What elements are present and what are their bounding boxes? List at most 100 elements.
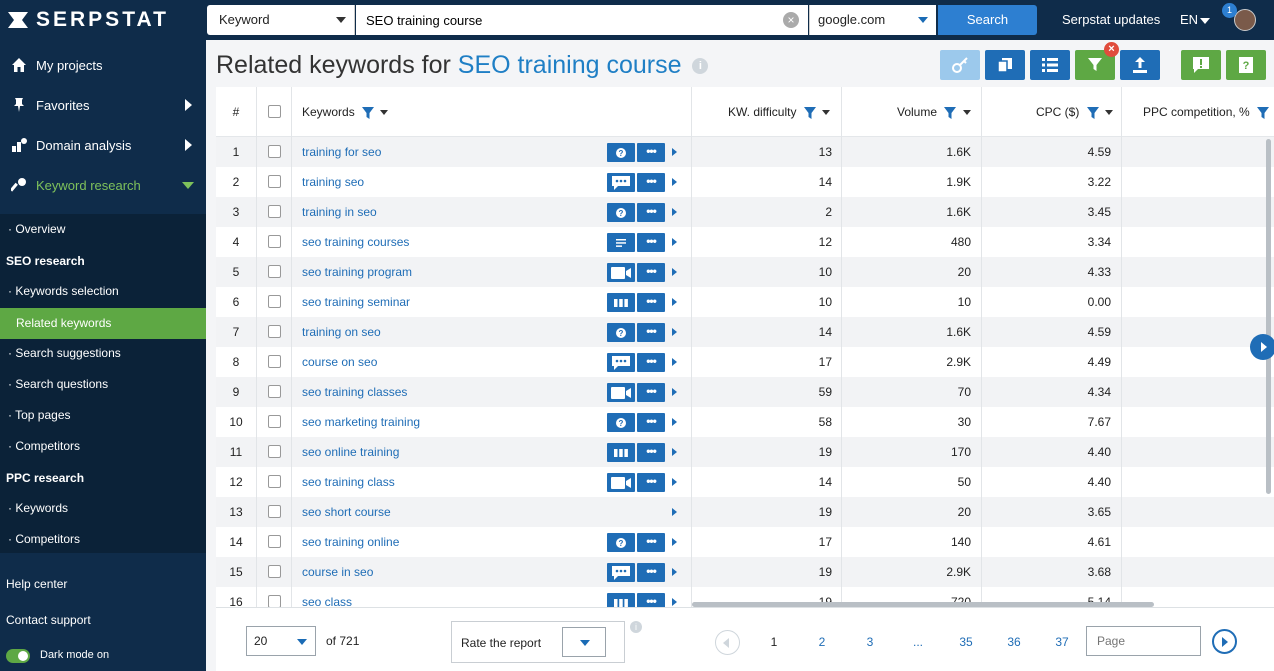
page-link[interactable]: 1 <box>762 635 786 649</box>
keyword-link[interactable]: seo marketing training <box>302 407 420 437</box>
page-link[interactable]: 36 <box>1002 635 1026 649</box>
rows-per-page-select[interactable]: 20 <box>246 626 316 656</box>
carousel-serp-feature-icon[interactable] <box>607 443 635 462</box>
header-volume[interactable]: Volume <box>897 87 971 137</box>
sort-icon[interactable] <box>380 110 389 116</box>
avatar[interactable] <box>1234 9 1256 31</box>
contact-support-link[interactable]: Contact support <box>6 613 91 627</box>
filter-icon[interactable] <box>944 106 957 119</box>
more-options-icon[interactable]: ••• <box>637 443 665 462</box>
question-serp-feature-icon[interactable]: ? <box>607 533 635 552</box>
video-serp-feature-icon[interactable] <box>607 263 635 282</box>
carousel-serp-feature-icon[interactable] <box>607 293 635 312</box>
header-cpc[interactable]: CPC ($) <box>1036 87 1114 137</box>
more-options-icon[interactable]: ••• <box>637 383 665 402</box>
header-kw-difficulty[interactable]: KW. difficulty <box>728 87 831 137</box>
carousel-serp-feature-icon[interactable] <box>607 593 635 607</box>
more-options-icon[interactable]: ••• <box>637 593 665 607</box>
notification-badge[interactable]: 1 <box>1222 3 1237 18</box>
expand-arrow-icon[interactable] <box>672 448 677 456</box>
filter-icon[interactable] <box>803 106 816 119</box>
more-options-icon[interactable]: ••• <box>637 263 665 282</box>
row-checkbox[interactable] <box>268 205 281 218</box>
expand-arrow-icon[interactable] <box>672 148 677 156</box>
keyword-link[interactable]: seo class <box>302 587 352 607</box>
sidebar-item-related-keywords[interactable]: Related keywords <box>0 308 206 339</box>
language-select[interactable]: EN <box>1180 12 1211 27</box>
review-serp-feature-icon[interactable] <box>607 353 635 372</box>
keyword-link[interactable]: training in seo <box>302 197 377 227</box>
help-center-link[interactable]: Help center <box>6 577 67 591</box>
page-link[interactable]: 35 <box>954 635 978 649</box>
vertical-scrollbar[interactable] <box>1266 139 1271 494</box>
question-serp-feature-icon[interactable]: ? <box>607 323 635 342</box>
review-serp-feature-icon[interactable] <box>607 173 635 192</box>
keyword-link[interactable]: seo training class <box>302 467 395 497</box>
keyword-link[interactable]: seo short course <box>302 497 391 527</box>
header-keywords[interactable]: Keywords <box>302 87 389 137</box>
search-engine-select[interactable]: google.com <box>809 5 936 35</box>
sort-icon[interactable] <box>1105 110 1114 116</box>
keyword-link[interactable]: seo training online <box>302 527 399 557</box>
serpstat-updates-link[interactable]: Serpstat updates <box>1062 12 1160 27</box>
question-serp-feature-icon[interactable]: ? <box>607 143 635 162</box>
row-checkbox[interactable] <box>268 235 281 248</box>
row-checkbox[interactable] <box>268 175 281 188</box>
keyword-link[interactable]: training for seo <box>302 137 381 167</box>
row-checkbox[interactable] <box>268 385 281 398</box>
more-options-icon[interactable]: ••• <box>637 413 665 432</box>
more-options-icon[interactable]: ••• <box>637 293 665 312</box>
row-checkbox[interactable] <box>268 535 281 548</box>
sort-icon[interactable] <box>822 110 831 116</box>
expand-arrow-icon[interactable] <box>672 508 677 516</box>
more-options-icon[interactable]: ••• <box>637 143 665 162</box>
dark-mode-toggle[interactable] <box>6 649 30 663</box>
filter-icon[interactable] <box>362 106 375 119</box>
rate-report-select[interactable] <box>562 627 606 657</box>
sidebar-item-keyword-research[interactable]: Keyword research <box>0 165 206 205</box>
keyword-link[interactable]: training seo <box>302 167 364 197</box>
row-checkbox[interactable] <box>268 415 281 428</box>
scroll-right-button[interactable] <box>1250 334 1274 360</box>
sidebar-item-domain-analysis[interactable]: Domain analysis <box>0 125 206 165</box>
review-serp-feature-icon[interactable] <box>607 563 635 582</box>
sidebar-item-overview[interactable]: · Overview <box>0 214 206 245</box>
header-ppc-competition[interactable]: PPC competition, % <box>1143 87 1270 137</box>
row-checkbox[interactable] <box>268 445 281 458</box>
row-checkbox[interactable] <box>268 265 281 278</box>
expand-arrow-icon[interactable] <box>672 268 677 276</box>
info-icon[interactable]: i <box>692 58 709 75</box>
page-link[interactable]: 3 <box>858 635 882 649</box>
expand-arrow-icon[interactable] <box>672 298 677 306</box>
page-link[interactable]: 2 <box>810 635 834 649</box>
sidebar-item-my-projects[interactable]: My projects <box>0 45 206 85</box>
more-options-icon[interactable]: ••• <box>637 473 665 492</box>
row-checkbox[interactable] <box>268 355 281 368</box>
info-icon[interactable]: i <box>630 621 642 633</box>
page-number-input[interactable] <box>1086 626 1201 656</box>
row-checkbox[interactable] <box>268 565 281 578</box>
keyword-link[interactable]: course on seo <box>302 347 377 377</box>
more-options-icon[interactable]: ••• <box>637 533 665 552</box>
list-serp-feature-icon[interactable] <box>607 233 635 252</box>
help-button[interactable]: ? <box>1226 50 1266 80</box>
more-options-icon[interactable]: ••• <box>637 203 665 222</box>
row-checkbox[interactable] <box>268 145 281 158</box>
clear-filter-icon[interactable]: × <box>1104 42 1119 57</box>
search-button[interactable]: Search <box>938 5 1037 35</box>
row-checkbox[interactable] <box>268 325 281 338</box>
clear-search-icon[interactable]: × <box>783 12 799 28</box>
more-options-icon[interactable]: ••• <box>637 563 665 582</box>
question-serp-feature-icon[interactable]: ? <box>607 413 635 432</box>
sidebar-item-seo-competitors[interactable]: · Competitors <box>0 431 206 462</box>
sidebar-item-ppc-competitors[interactable]: · Competitors <box>0 524 206 555</box>
video-serp-feature-icon[interactable] <box>607 473 635 492</box>
expand-arrow-icon[interactable] <box>672 328 677 336</box>
keyword-link[interactable]: seo training classes <box>302 377 407 407</box>
search-input[interactable] <box>356 5 808 35</box>
columns-button[interactable] <box>1030 50 1070 80</box>
sidebar-item-ppc-keywords[interactable]: · Keywords <box>0 493 206 524</box>
more-options-icon[interactable]: ••• <box>637 323 665 342</box>
expand-arrow-icon[interactable] <box>672 478 677 486</box>
keyword-link[interactable]: training on seo <box>302 317 381 347</box>
